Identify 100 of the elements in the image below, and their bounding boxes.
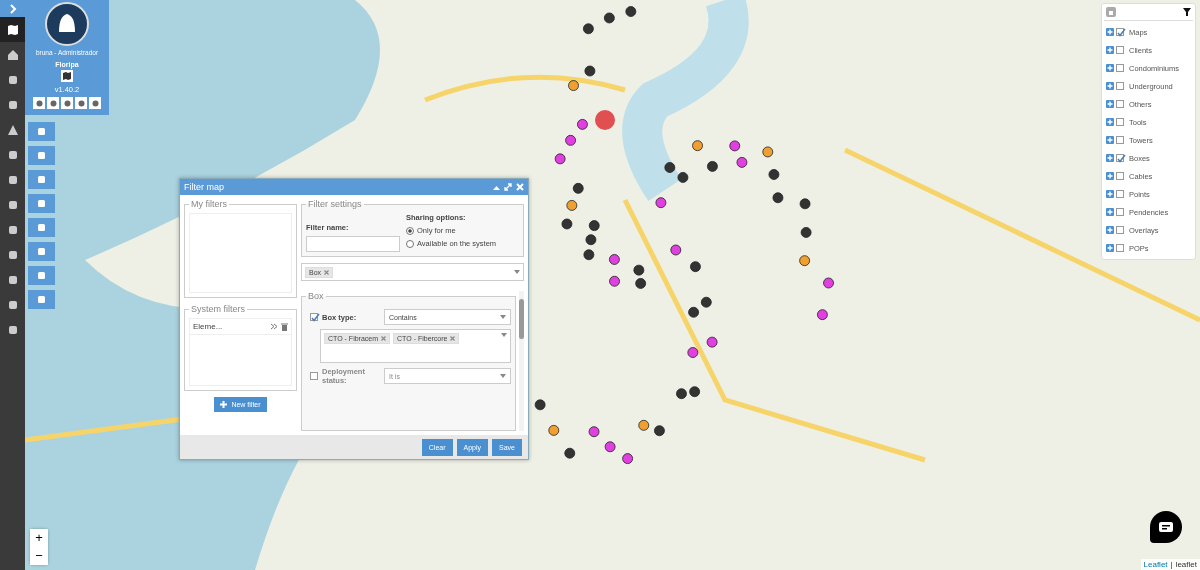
map-marker[interactable]	[633, 264, 645, 276]
filter-icon[interactable]	[1183, 8, 1191, 16]
layer-checkbox[interactable]	[1116, 28, 1124, 36]
map-marker[interactable]	[799, 198, 811, 210]
expand-icon[interactable]	[1106, 64, 1114, 72]
map-marker[interactable]	[799, 255, 810, 267]
map-marker[interactable]	[622, 453, 633, 464]
map-marker[interactable]	[690, 261, 701, 273]
map-marker[interactable]	[664, 162, 676, 173]
dialog-title: Filter map	[184, 182, 224, 192]
map-marker[interactable]	[762, 146, 774, 158]
map-marker[interactable]	[772, 192, 784, 204]
expand-icon[interactable]	[1106, 100, 1114, 108]
expand-icon[interactable]	[1106, 118, 1114, 126]
map-marker[interactable]	[588, 220, 600, 231]
layer-checkbox[interactable]	[1116, 64, 1124, 72]
map-marker[interactable]	[638, 419, 650, 431]
checkbox[interactable]	[310, 313, 318, 321]
map-marker[interactable]	[564, 447, 576, 459]
map-marker[interactable]	[687, 347, 699, 358]
expand-icon[interactable]	[1106, 28, 1114, 36]
radio-button[interactable]	[406, 226, 414, 235]
map-marker[interactable]	[706, 336, 718, 348]
map-marker[interactable]	[817, 309, 828, 321]
close-icon[interactable]	[516, 183, 524, 191]
expand-icon[interactable]	[1106, 244, 1114, 252]
filter-name-field[interactable]	[306, 236, 400, 252]
map-marker[interactable]	[548, 425, 560, 436]
layer-checkbox[interactable]	[1116, 244, 1124, 252]
map-marker[interactable]	[800, 227, 812, 238]
expand-icon[interactable]	[1106, 136, 1114, 144]
map-marker[interactable]	[585, 234, 597, 246]
expand-icon[interactable]	[1106, 226, 1114, 234]
caret-icon	[514, 270, 520, 274]
remove-icon[interactable]	[324, 269, 330, 275]
map-marker[interactable]	[670, 244, 682, 256]
caret-icon	[501, 333, 507, 337]
map-marker[interactable]	[654, 425, 665, 437]
map-marker[interactable]	[577, 118, 588, 130]
expand-icon[interactable]	[1106, 172, 1114, 180]
attribution-link[interactable]: Leaflet	[1143, 560, 1168, 569]
map-marker[interactable]	[707, 161, 718, 172]
layer-checkbox[interactable]	[1116, 226, 1124, 234]
map-marker[interactable]	[609, 275, 620, 287]
map-marker[interactable]	[554, 153, 566, 165]
radio-button[interactable]	[406, 239, 414, 248]
map-marker[interactable]	[534, 399, 546, 411]
expand-icon[interactable]	[1106, 190, 1114, 198]
map-marker[interactable]	[568, 80, 579, 91]
trash-icon[interactable]	[281, 322, 288, 331]
map-marker[interactable]	[588, 426, 600, 438]
map-marker[interactable]	[736, 157, 748, 168]
map-marker[interactable]	[689, 386, 701, 398]
map-marker[interactable]	[635, 278, 647, 289]
map-marker[interactable]	[676, 388, 687, 400]
chevron-icon	[7, 3, 18, 14]
map-marker[interactable]	[625, 6, 637, 17]
map-marker[interactable]	[583, 249, 595, 261]
map-marker[interactable]	[692, 140, 703, 152]
double-chevron-icon[interactable]	[271, 323, 278, 330]
map-marker[interactable]	[583, 23, 594, 35]
map-marker[interactable]	[677, 172, 689, 183]
zoom-out-button[interactable]: −	[30, 547, 48, 565]
map-marker[interactable]	[768, 169, 780, 180]
expand-icon[interactable]	[1106, 154, 1114, 162]
map-marker[interactable]	[584, 65, 596, 77]
layer-checkbox[interactable]	[1116, 46, 1124, 54]
logo-icon	[45, 2, 89, 46]
zoom-in-button[interactable]: +	[30, 529, 48, 547]
map-marker[interactable]	[561, 218, 573, 230]
map-marker[interactable]	[609, 254, 620, 265]
rail-button[interactable]	[0, 17, 25, 42]
map-marker[interactable]	[572, 182, 584, 194]
collapse-icon[interactable]	[493, 183, 500, 191]
scrollbar[interactable]	[519, 291, 524, 431]
map-marker[interactable]	[565, 134, 576, 146]
layer-checkbox[interactable]	[1116, 100, 1124, 108]
map-marker[interactable]	[603, 12, 615, 24]
map-marker[interactable]	[604, 441, 616, 453]
expand-icon[interactable]	[1106, 208, 1114, 216]
layer-checkbox[interactable]	[1116, 154, 1124, 162]
remove-icon[interactable]	[381, 336, 387, 341]
layer-checkbox[interactable]	[1116, 190, 1124, 198]
map-marker[interactable]	[729, 140, 741, 152]
map-marker[interactable]	[655, 197, 667, 209]
map-marker[interactable]	[688, 306, 699, 318]
layer-checkbox[interactable]	[1116, 208, 1124, 216]
layer-checkbox[interactable]	[1116, 82, 1124, 90]
layer-checkbox[interactable]	[1116, 136, 1124, 144]
expand-icon[interactable]	[1106, 82, 1114, 90]
filter-item[interactable]: Eleme...	[190, 319, 291, 335]
map-marker[interactable]	[823, 277, 834, 289]
map-marker[interactable]	[595, 110, 615, 130]
remove-icon[interactable]	[450, 336, 456, 341]
expand-icon[interactable]	[504, 183, 512, 191]
expand-icon[interactable]	[1106, 46, 1114, 54]
map-marker[interactable]	[700, 296, 712, 308]
map-marker[interactable]	[566, 200, 578, 211]
layer-checkbox[interactable]	[1116, 172, 1124, 180]
layer-checkbox[interactable]	[1116, 118, 1124, 126]
